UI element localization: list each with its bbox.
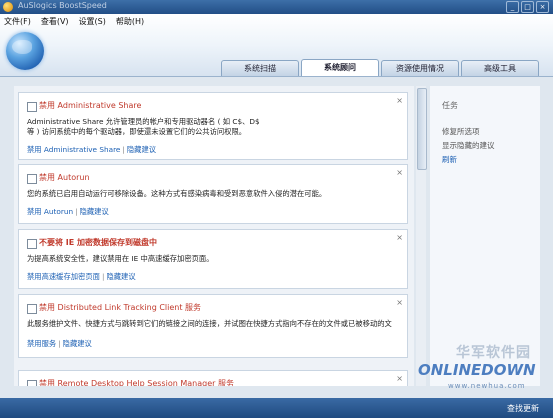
advice-card: 不要将 IE 加密数据保存到磁盘中 × 为提高系统安全性，建议禁用在 IE 中高…: [18, 229, 408, 289]
advice-card: 禁用 Autorun × 您的系统已启用自动运行可移除设备。这种方式有感染病毒和…: [18, 164, 408, 224]
close-card-icon[interactable]: ×: [396, 96, 403, 105]
app-icon: [3, 2, 13, 12]
tab-resource-usage[interactable]: 资源使用情况: [381, 60, 459, 76]
disable-link[interactable]: 禁用 Administrative Share: [27, 145, 120, 154]
advice-checkbox[interactable]: [27, 102, 37, 112]
advice-title: 禁用 Remote Desktop Help Session Manager 服…: [39, 379, 234, 386]
close-card-icon[interactable]: ×: [396, 298, 403, 307]
link-separator: |: [122, 145, 125, 154]
link-separator: |: [101, 272, 105, 281]
advice-checkbox[interactable]: [27, 304, 37, 314]
disable-link[interactable]: 禁用高速缓存加密页面: [27, 272, 100, 281]
advice-card: 禁用 Remote Desktop Help Session Manager 服…: [18, 370, 408, 386]
advice-title: 禁用 Distributed Link Tracking Client 服务: [39, 303, 202, 312]
menu-bar: 文件(F) 查看(V) 设置(S) 帮助(H): [4, 16, 144, 27]
advice-checkbox[interactable]: [27, 380, 37, 386]
link-separator: |: [75, 207, 78, 216]
advice-checkbox[interactable]: [27, 174, 37, 184]
tab-bar: 系统扫描 系统顾问 资源使用情况 高级工具: [221, 59, 539, 76]
close-card-icon[interactable]: ×: [396, 168, 403, 177]
status-bar: 查找更新: [0, 398, 553, 418]
advice-description: 为提高系统安全性，建议禁用在 IE 中高速缓存加密页面。: [27, 254, 399, 264]
advice-title: 禁用 Administrative Share: [39, 101, 142, 110]
advice-description: Administrative Share 允许管理员的帐户和专用驱动器名 ( 如…: [27, 117, 399, 137]
advice-list: 禁用 Administrative Share × Administrative…: [14, 86, 414, 386]
minimize-icon[interactable]: _: [506, 1, 519, 13]
task-refresh[interactable]: 刷新: [442, 154, 457, 165]
advice-title: 不要将 IE 加密数据保存到磁盘中: [39, 238, 158, 247]
window-controls: _ □ ×: [506, 1, 549, 13]
window-title: AuSlogics BoostSpeed: [18, 1, 107, 10]
advice-links: 禁用高速缓存加密页面 | 隐藏建议: [27, 272, 136, 282]
disable-link[interactable]: 禁用 Autorun: [27, 207, 73, 216]
task-show-hidden[interactable]: 显示隐藏的建议: [442, 140, 495, 151]
header: 文件(F) 查看(V) 设置(S) 帮助(H) 系统扫描 系统顾问 资源使用情况…: [0, 14, 553, 77]
advice-title: 禁用 Autorun: [39, 173, 90, 182]
description-line: 您的系统已启用自动运行可移除设备。这种方式有感染病毒和受到恶意软件入侵的潜在可能…: [27, 189, 327, 198]
advice-links: 禁用 Autorun | 隐藏建议: [27, 207, 109, 217]
menu-view[interactable]: 查看(V): [41, 16, 69, 27]
menu-help[interactable]: 帮助(H): [116, 16, 144, 27]
maximize-icon[interactable]: □: [521, 1, 534, 13]
advice-links: 禁用 Administrative Share | 隐藏建议: [27, 145, 156, 155]
hide-suggestion-link[interactable]: 隐藏建议: [80, 207, 109, 216]
tab-system-scan[interactable]: 系统扫描: [221, 60, 299, 76]
disable-link[interactable]: 禁用服务: [27, 339, 56, 348]
scrollbar-thumb[interactable]: [417, 88, 427, 170]
description-line: Administrative Share 允许管理员的帐户和专用驱动器名 ( 如…: [27, 117, 260, 126]
advice-card: 禁用 Distributed Link Tracking Client 服务 ×…: [18, 294, 408, 358]
hide-suggestion-link[interactable]: 隐藏建议: [106, 272, 135, 281]
watermark-url-text: www.newhua.com: [448, 382, 526, 390]
menu-file[interactable]: 文件(F): [4, 16, 31, 27]
advice-card: 禁用 Administrative Share × Administrative…: [18, 92, 408, 160]
title-bar: AuSlogics BoostSpeed _ □ ×: [0, 0, 553, 14]
hide-suggestion-link[interactable]: 隐藏建议: [127, 145, 156, 154]
close-window-icon[interactable]: ×: [536, 1, 549, 13]
watermark-en-text: ONLINEDOWN: [418, 361, 536, 379]
tab-advanced-tools[interactable]: 高级工具: [461, 60, 539, 76]
description-line: 此服务维护文件、快捷方式与跳转到它们的链接之间的连接，并试图在快捷方式指向不存在…: [27, 319, 392, 328]
close-card-icon[interactable]: ×: [396, 233, 403, 242]
description-line: 等 ) 访问系统中的每个驱动器，即使還未设置它们的公共访问权限。: [27, 127, 247, 136]
advice-links: 禁用服务 | 隐藏建议: [27, 339, 92, 349]
task-fix-selected[interactable]: 修复所选项: [442, 126, 480, 137]
advice-checkbox[interactable]: [27, 239, 37, 249]
check-updates-link[interactable]: 查找更新: [507, 403, 539, 414]
watermark-cn-text: 华军软件园: [456, 345, 531, 361]
hide-suggestion-link[interactable]: 隐藏建议: [63, 339, 92, 348]
menu-settings[interactable]: 设置(S): [79, 16, 106, 27]
task-pane-heading: 任务: [442, 101, 458, 110]
close-card-icon[interactable]: ×: [396, 374, 403, 383]
advice-description: 您的系统已启用自动运行可移除设备。这种方式有感染病毒和受到恶意软件入侵的潜在可能…: [27, 189, 399, 199]
globe-logo-icon: [6, 32, 44, 70]
advice-description: 此服务维护文件、快捷方式与跳转到它们的链接之间的连接，并试图在快捷方式指向不存在…: [27, 319, 399, 329]
tab-system-advisor[interactable]: 系统顾问: [301, 59, 379, 76]
watermark-logo: 华军软件园 ONLINEDOWN www.newhua.com: [418, 340, 553, 398]
link-separator: |: [58, 339, 61, 348]
description-line: 为提高系统安全性，建议禁用在 IE 中高速缓存加密页面。: [27, 254, 214, 263]
